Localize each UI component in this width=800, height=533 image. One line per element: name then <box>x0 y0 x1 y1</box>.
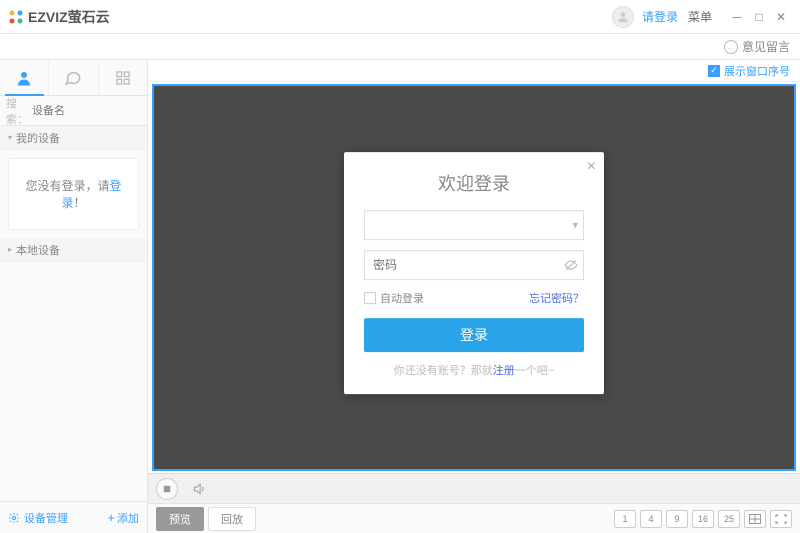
sidebar-tab-apps[interactable] <box>99 60 147 95</box>
search-row: 搜索： ⊘ <box>0 96 147 126</box>
login-prompt-suffix: ！ <box>74 196 86 210</box>
sidebar-tabs <box>0 60 147 96</box>
register-row: 你还没有账号？那就注册一个吧~ <box>364 362 584 378</box>
stop-button[interactable] <box>156 478 178 500</box>
layout-1[interactable]: 1 <box>614 510 636 528</box>
password-field-wrapper <box>364 250 584 280</box>
eye-icon[interactable] <box>564 258 578 272</box>
logo-icon <box>8 9 24 25</box>
register-link[interactable]: 注册 <box>493 365 515 377</box>
layout-16[interactable]: 16 <box>692 510 714 528</box>
close-window-button[interactable]: ✕ <box>770 6 792 28</box>
user-avatar[interactable] <box>612 6 634 28</box>
login-prompt-card: 您没有登录，请登录！ <box>8 158 139 230</box>
add-device-button[interactable]: + 添加 <box>107 510 139 526</box>
app-title: EZVIZ萤石云 <box>28 7 110 27</box>
grid-icon <box>115 70 131 86</box>
sidebar-tab-messages[interactable] <box>49 60 98 95</box>
add-label: 添加 <box>117 510 139 526</box>
feedback-link[interactable]: … 意见留言 <box>724 38 790 55</box>
gear-icon <box>8 512 20 524</box>
player-control-bar <box>148 473 800 503</box>
main-area: ✓ 展示窗口序号 × 欢迎登录 ▾ <box>148 60 800 533</box>
auto-login-checkbox[interactable]: 自动登录 <box>364 290 424 306</box>
app-logo: EZVIZ萤石云 <box>8 7 110 27</box>
sidebar-footer: 设备管理 + 添加 <box>0 501 147 533</box>
forgot-password-link[interactable]: 忘记密码？ <box>529 290 584 306</box>
footer-bar: 预览 回放 1 4 9 16 25 <box>148 503 800 533</box>
register-suffix: 一个吧~ <box>515 365 554 377</box>
sidebar: 搜索： ⊘ ▾ 我的设备 您没有登录，请登录！ ▸ 本地设备 设备管理 <box>0 60 148 533</box>
feedback-label: 意见留言 <box>742 38 790 55</box>
login-prompt-prefix: 您没有登录，请 <box>25 179 109 193</box>
my-devices-label: 我的设备 <box>16 130 60 146</box>
device-mgmt-label: 设备管理 <box>24 510 68 526</box>
password-input[interactable] <box>364 250 584 280</box>
section-local-devices[interactable]: ▸ 本地设备 <box>0 238 147 262</box>
chat-icon <box>64 69 82 87</box>
caret-right-icon: ▸ <box>8 245 12 254</box>
layout-25[interactable]: 25 <box>718 510 740 528</box>
secondary-bar: … 意见留言 <box>0 34 800 60</box>
device-management-button[interactable]: 设备管理 <box>8 510 68 526</box>
sidebar-tab-devices[interactable] <box>0 60 49 95</box>
show-index-label: 展示窗口序号 <box>724 63 790 79</box>
title-bar: EZVIZ萤石云 请登录 菜单 ─ □ ✕ <box>0 0 800 34</box>
minimize-button[interactable]: ─ <box>726 6 748 28</box>
username-field-wrapper: ▾ <box>364 210 584 240</box>
dropdown-icon[interactable]: ▾ <box>572 218 578 231</box>
menu-button[interactable]: 菜单 <box>688 8 712 25</box>
viewer-options-bar: ✓ 展示窗口序号 <box>148 60 800 82</box>
dialog-title: 欢迎登录 <box>364 170 584 196</box>
plus-icon: + <box>107 510 115 525</box>
login-button[interactable]: 登录 <box>364 318 584 352</box>
caret-down-icon: ▾ <box>8 133 12 142</box>
maximize-button[interactable]: □ <box>748 6 770 28</box>
username-input[interactable] <box>364 210 584 240</box>
layout-buttons: 1 4 9 16 25 <box>614 510 792 528</box>
layout-9[interactable]: 9 <box>666 510 688 528</box>
auto-login-label: 自动登录 <box>380 290 424 306</box>
layout-4[interactable]: 4 <box>640 510 662 528</box>
tab-preview[interactable]: 预览 <box>156 507 204 531</box>
local-devices-label: 本地设备 <box>16 242 60 258</box>
login-link[interactable]: 请登录 <box>642 8 678 25</box>
register-prefix: 你还没有账号？那就 <box>394 365 493 377</box>
volume-button[interactable] <box>188 478 210 500</box>
dialog-options-row: 自动登录 忘记密码？ <box>364 290 584 306</box>
layout-custom-button[interactable] <box>744 510 766 528</box>
mode-tabs: 预览 回放 <box>156 507 256 531</box>
login-dialog: × 欢迎登录 ▾ 自动登录 忘记密码？ <box>344 152 604 394</box>
video-viewer[interactable]: × 欢迎登录 ▾ 自动登录 忘记密码？ <box>152 84 796 471</box>
section-my-devices[interactable]: ▾ 我的设备 <box>0 126 147 150</box>
speech-bubble-icon: … <box>724 40 738 54</box>
show-index-checkbox[interactable]: ✓ <box>708 65 720 77</box>
dialog-close-button[interactable]: × <box>587 158 596 176</box>
person-icon <box>15 69 33 87</box>
checkbox-icon <box>364 292 376 304</box>
tab-playback[interactable]: 回放 <box>208 507 256 531</box>
fullscreen-button[interactable] <box>770 510 792 528</box>
search-label: 搜索： <box>6 95 28 127</box>
